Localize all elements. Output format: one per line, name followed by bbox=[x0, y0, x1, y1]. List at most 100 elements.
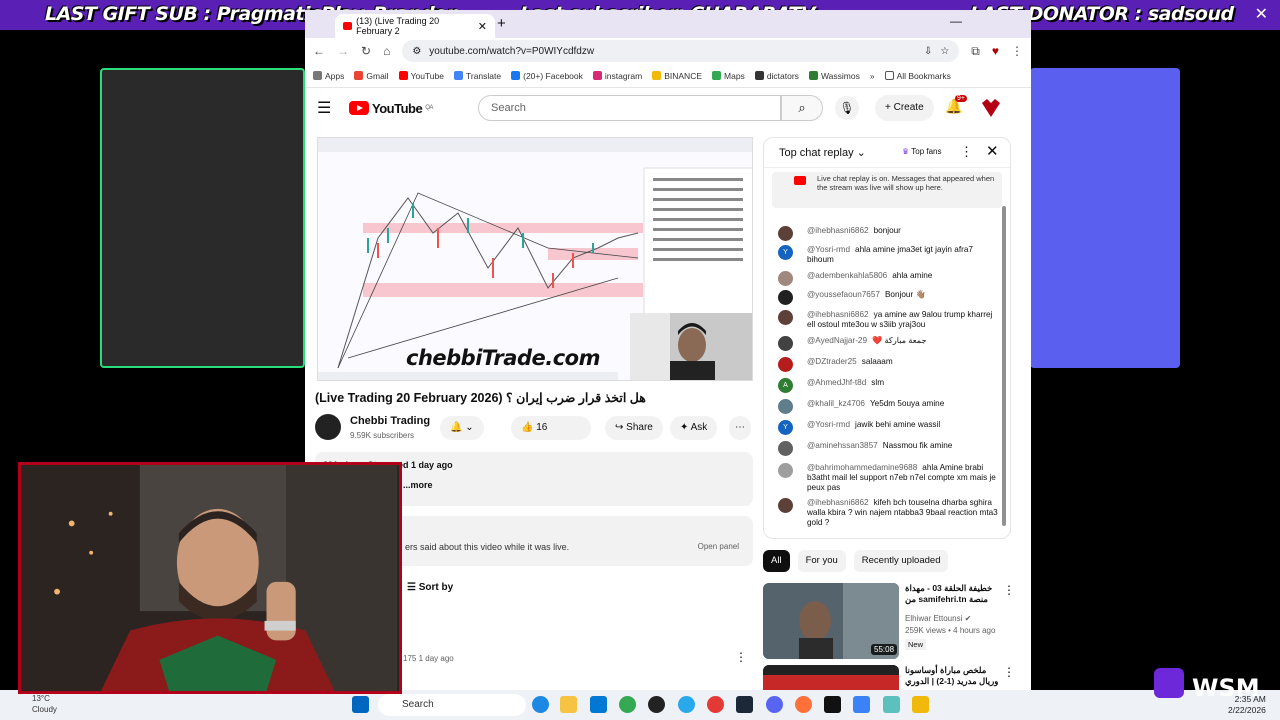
obs-icon[interactable] bbox=[648, 696, 665, 713]
chat-message[interactable]: Y @Yosri-rmd jawik behi amine wassil bbox=[778, 420, 998, 435]
extension-icon[interactable]: ⧉ bbox=[971, 44, 980, 59]
telegram-icon[interactable] bbox=[678, 696, 695, 713]
minimize-icon[interactable]: — bbox=[950, 14, 962, 28]
taskbar-search[interactable]: Search bbox=[378, 694, 526, 716]
chat-message[interactable]: @bahrimohammedamine9688 ahla Amine brabi … bbox=[778, 463, 998, 493]
recommendation-title[interactable]: خطيفة الحلقة 03 - مهداة من samifehri.tn … bbox=[905, 583, 1000, 605]
filter-all[interactable]: All bbox=[763, 550, 790, 572]
close-icon[interactable]: ✕ bbox=[986, 142, 999, 160]
ask-button[interactable]: ✦ Ask bbox=[670, 416, 718, 440]
chrome-icon[interactable] bbox=[619, 696, 636, 713]
opera-icon[interactable] bbox=[707, 696, 724, 713]
video-thumbnail[interactable] bbox=[763, 665, 899, 690]
chat-avatar[interactable] bbox=[778, 399, 793, 414]
channel-name[interactable]: Chebbi Trading bbox=[350, 415, 430, 427]
back-icon[interactable]: ← bbox=[313, 44, 325, 58]
chat-avatar[interactable] bbox=[778, 336, 793, 351]
steam-icon[interactable] bbox=[736, 696, 753, 713]
chat-message[interactable]: @DZtrader25 salaaam bbox=[778, 357, 998, 372]
chat-author[interactable]: @bahrimohammedamine9688 bbox=[807, 463, 917, 472]
chat-author[interactable]: @DZtrader25 bbox=[807, 357, 857, 366]
account-avatar[interactable] bbox=[980, 97, 1002, 119]
address-bar[interactable]: ⚙ youtube.com/watch?v=P0WIYcdfdzw ⇩ ☆ bbox=[402, 40, 960, 62]
app-icon[interactable] bbox=[853, 696, 870, 713]
install-icon[interactable]: ⇩ bbox=[924, 46, 932, 57]
discord-icon[interactable] bbox=[766, 696, 783, 713]
all-bookmarks[interactable]: All Bookmarks bbox=[884, 71, 951, 81]
chat-avatar[interactable] bbox=[778, 357, 793, 372]
bookmark-translate[interactable]: Translate bbox=[453, 71, 501, 81]
chat-avatar[interactable]: Y bbox=[778, 420, 793, 435]
bookmark-star-icon[interactable]: ☆ bbox=[940, 46, 949, 57]
chat-author[interactable]: @Yosri-rmd bbox=[807, 245, 850, 254]
top-fans-button[interactable]: ♛ Top fans bbox=[902, 147, 942, 156]
search-input[interactable]: Search bbox=[478, 95, 781, 121]
chat-message[interactable]: @ihebhasni6862 kifeh bch touselna dharba … bbox=[778, 498, 998, 528]
chat-avatar[interactable] bbox=[778, 463, 793, 478]
filter-for-you[interactable]: For you bbox=[797, 550, 846, 572]
chat-author[interactable]: @aminehssan3857 bbox=[807, 441, 878, 450]
chat-message[interactable]: @AyedNajjar-29 ❤️ جمعة مباركة bbox=[778, 336, 998, 351]
youtube-logo[interactable]: YouTube QA bbox=[349, 101, 433, 116]
chat-author[interactable]: @ihebhasni6862 bbox=[807, 498, 869, 507]
bookmark-maps[interactable]: Maps bbox=[712, 71, 745, 81]
site-info-icon[interactable]: ⚙ bbox=[412, 46, 421, 57]
chat-avatar[interactable] bbox=[778, 290, 793, 305]
comment-kebab-icon[interactable]: ⋮ bbox=[735, 650, 747, 664]
bookmark-instagram[interactable]: instagram bbox=[592, 71, 642, 81]
chat-avatar[interactable] bbox=[778, 441, 793, 456]
chat-author[interactable]: @ihebhasni6862 bbox=[807, 310, 869, 319]
create-button[interactable]: + Create bbox=[875, 95, 934, 121]
chat-avatar[interactable] bbox=[778, 271, 793, 286]
more-bookmarks-icon[interactable]: » bbox=[870, 71, 875, 81]
chat-message[interactable]: @khalil_kz4706 Ye5dm 5ouya amine bbox=[778, 399, 998, 414]
capcut-icon[interactable] bbox=[824, 696, 841, 713]
close-icon[interactable]: ✕ bbox=[1255, 4, 1268, 24]
chat-author[interactable]: @AyedNajjar-29 bbox=[807, 336, 867, 345]
file-explorer-icon[interactable] bbox=[560, 696, 577, 713]
open-panel-button[interactable]: Open panel bbox=[698, 542, 739, 551]
menu-kebab-icon[interactable]: ⋮ bbox=[1011, 44, 1023, 58]
like-button[interactable]: 👍 16 bbox=[511, 416, 591, 440]
reload-icon[interactable]: ↻ bbox=[361, 44, 371, 58]
binance-icon[interactable] bbox=[912, 696, 929, 713]
store-icon[interactable] bbox=[590, 696, 607, 713]
chat-avatar[interactable] bbox=[778, 226, 793, 241]
chat-message[interactable]: @adembenkahla5806 ahla amine bbox=[778, 271, 998, 286]
chat-author[interactable]: @AhmedJhf-t8d bbox=[807, 378, 866, 387]
bookmark-dictators[interactable]: dictators bbox=[754, 71, 799, 81]
chat-message[interactable]: @ihebhasni6862 bonjour bbox=[778, 226, 998, 241]
voice-search-icon[interactable]: 🎙 bbox=[835, 96, 859, 120]
tab-close-icon[interactable]: ✕ bbox=[478, 20, 487, 33]
bookmark-apps[interactable]: Apps bbox=[313, 71, 344, 81]
chat-author[interactable]: @Yosri-rmd bbox=[807, 420, 850, 429]
bookmark-facebook[interactable]: (20+) Facebook bbox=[511, 71, 583, 81]
chat-author[interactable]: @ihebhasni6862 bbox=[807, 226, 869, 235]
firefox-icon[interactable] bbox=[795, 696, 812, 713]
edge-icon[interactable] bbox=[532, 696, 549, 713]
chat-message[interactable]: A @AhmedJhf-t8d slm bbox=[778, 378, 998, 393]
chat-kebab-icon[interactable]: ⋮ bbox=[960, 144, 973, 160]
start-icon[interactable] bbox=[352, 696, 369, 713]
channel-avatar[interactable] bbox=[315, 414, 341, 440]
search-button[interactable]: ⌕ bbox=[781, 95, 823, 121]
profile-icon[interactable]: ♥ bbox=[992, 44, 999, 58]
chat-message[interactable]: @ihebhasni6862 ya amine aw 9alou trump kh… bbox=[778, 310, 998, 330]
chat-author[interactable]: @khalil_kz4706 bbox=[807, 399, 865, 408]
recommendation-kebab-icon[interactable]: ⋮ bbox=[1003, 583, 1015, 597]
chat-avatar[interactable] bbox=[778, 498, 793, 513]
chat-scrollbar[interactable] bbox=[1002, 206, 1006, 526]
chat-message[interactable]: Y @Yosri-rmd ahla amine jma3et igt jayin a… bbox=[778, 245, 998, 265]
app-icon[interactable] bbox=[883, 696, 900, 713]
video-player[interactable]: chebbiTrade.com bbox=[317, 137, 753, 381]
tab-youtube[interactable]: (13) (Live Trading 20 February 2 ✕ bbox=[335, 14, 495, 38]
chat-author[interactable]: @adembenkahla5806 bbox=[807, 271, 887, 280]
filter-recently-uploaded[interactable]: Recently uploaded bbox=[853, 550, 949, 572]
bookmark-binance[interactable]: BINANCE bbox=[652, 71, 702, 81]
subscribe-bell-button[interactable]: 🔔 ⌄ bbox=[440, 416, 484, 440]
chat-avatar[interactable]: A bbox=[778, 378, 793, 393]
sort-by-button[interactable]: ☰ Sort by bbox=[407, 582, 453, 593]
chat-avatar[interactable] bbox=[778, 310, 793, 325]
new-tab-icon[interactable]: + bbox=[497, 15, 506, 32]
weather-widget[interactable]: 13°C Cloudy bbox=[32, 693, 57, 715]
